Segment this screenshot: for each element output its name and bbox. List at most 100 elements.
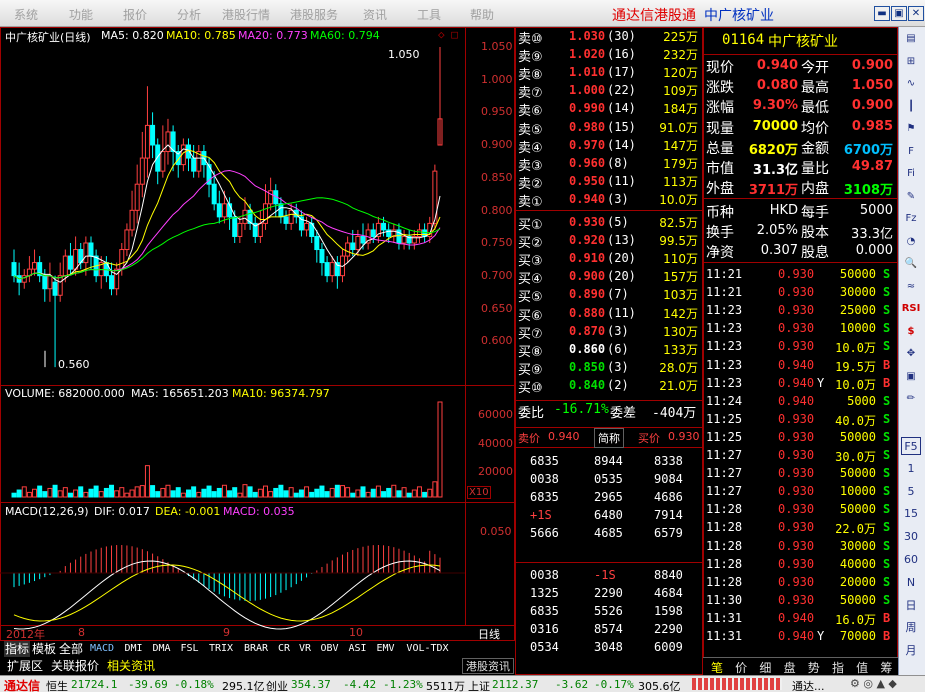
broker-code[interactable]: 0038: [530, 472, 559, 486]
broker-code[interactable]: 2290: [654, 622, 683, 636]
arrows-icon[interactable]: ✥: [901, 345, 921, 363]
chart-icon[interactable]: ⊞: [901, 53, 921, 71]
indicator-tab-macd[interactable]: MACD: [85, 641, 119, 657]
dollar-icon[interactable]: $: [901, 323, 921, 341]
ext-tab-2[interactable]: 相关资讯: [104, 658, 158, 674]
broker-code[interactable]: 3048: [594, 640, 623, 654]
broker-code[interactable]: 6835: [530, 604, 559, 618]
broker-code[interactable]: 0535: [594, 472, 623, 486]
period-button-6[interactable]: N: [901, 574, 921, 592]
broker-code[interactable]: 8944: [594, 454, 623, 468]
ext-tab-0[interactable]: 扩展区: [4, 658, 46, 674]
flag-icon[interactable]: ⚑: [901, 120, 921, 138]
f10-icon[interactable]: F: [901, 143, 921, 161]
indicator-tab-asi[interactable]: ASI: [344, 641, 371, 657]
broker-code[interactable]: 4685: [594, 526, 623, 540]
menu-item-6[interactable]: 资讯: [363, 6, 387, 23]
indicator-tab-指标[interactable]: 指标: [4, 641, 30, 657]
indicator-tab-模板[interactable]: 模板: [31, 641, 57, 657]
indicator-tab-vr[interactable]: VR: [295, 641, 315, 657]
candle-icon[interactable]: ┃: [901, 98, 921, 116]
broker-code[interactable]: 4686: [654, 490, 683, 504]
broker-code[interactable]: 6835: [530, 454, 559, 468]
brokers-label[interactable]: 简称: [594, 428, 624, 448]
menu-item-7[interactable]: 工具: [417, 6, 441, 23]
detail-tab-6[interactable]: 值: [851, 659, 873, 676]
indicator-tab-cr[interactable]: CR: [274, 641, 294, 657]
period-button-0[interactable]: F5: [901, 437, 921, 455]
period-button-8[interactable]: 周: [901, 619, 921, 637]
detail-tab-3[interactable]: 盘: [779, 659, 801, 676]
fio-icon[interactable]: Fi: [901, 165, 921, 183]
menu-item-3[interactable]: 分析: [177, 6, 201, 23]
broker-code[interactable]: +1S: [530, 508, 552, 522]
period-button-4[interactable]: 30: [901, 528, 921, 546]
broker-code[interactable]: 1598: [654, 604, 683, 618]
indicator-tab-obv[interactable]: OBV: [316, 641, 343, 657]
period-button-1[interactable]: 1: [901, 460, 921, 478]
broker-code[interactable]: 5526: [594, 604, 623, 618]
minimize-button[interactable]: ▬: [874, 6, 890, 21]
indicator-tab-trix[interactable]: TRIX: [204, 641, 238, 657]
indicator-tab-emv[interactable]: EMV: [372, 641, 399, 657]
ext-tab-1[interactable]: 关联报价: [48, 658, 102, 674]
menu-item-1[interactable]: 功能: [69, 6, 93, 23]
detail-tab-4[interactable]: 势: [803, 659, 825, 676]
search-icon[interactable]: 🔍: [901, 255, 921, 273]
period-button-9[interactable]: 月: [901, 642, 921, 660]
broker-code[interactable]: 8338: [654, 454, 683, 468]
period-button-2[interactable]: 5: [901, 483, 921, 501]
detail-tab-1[interactable]: 价: [730, 659, 752, 676]
indicator-tab-dma[interactable]: DMA: [148, 641, 175, 657]
indicator-tab-brar[interactable]: BRAR: [239, 641, 273, 657]
broker-code[interactable]: 6835: [530, 490, 559, 504]
indicator-tab-fsl[interactable]: FSL: [176, 641, 203, 657]
period-button-3[interactable]: 15: [901, 505, 921, 523]
detail-tab-0[interactable]: 笔: [706, 659, 728, 676]
period-button-5[interactable]: 60: [901, 551, 921, 569]
doc-icon[interactable]: ▤: [901, 30, 921, 48]
maximize-button[interactable]: ▣: [891, 6, 907, 21]
broker-code[interactable]: 9084: [654, 472, 683, 486]
period-label[interactable]: 日线: [478, 626, 500, 642]
broker-code[interactable]: 8840: [654, 568, 683, 582]
broker-code[interactable]: 0038: [530, 568, 559, 582]
broker-code[interactable]: 2965: [594, 490, 623, 504]
detail-tab-7[interactable]: 筹: [875, 659, 897, 676]
indicator-tab-全部[interactable]: 全部: [58, 641, 84, 657]
detail-tab-5[interactable]: 指: [827, 659, 849, 676]
pencil-icon[interactable]: ✏: [901, 390, 921, 408]
broker-code[interactable]: 4684: [654, 586, 683, 600]
menu-item-5[interactable]: 港股服务: [290, 6, 338, 23]
broker-code[interactable]: -1S: [594, 568, 616, 582]
broker-code[interactable]: 0316: [530, 622, 559, 636]
indicator-tab-dmi[interactable]: DMI: [120, 641, 147, 657]
detail-tab-2[interactable]: 细: [754, 659, 776, 676]
broker-code[interactable]: 2290: [594, 586, 623, 600]
rsi-icon[interactable]: RSI: [901, 300, 921, 318]
box-icon[interactable]: ▣: [901, 368, 921, 386]
status-right[interactable]: 通达...: [792, 678, 825, 692]
close-button[interactable]: ✕: [908, 6, 924, 21]
broker-code[interactable]: 6480: [594, 508, 623, 522]
broker-code[interactable]: 0534: [530, 640, 559, 654]
broker-code[interactable]: 7914: [654, 508, 683, 522]
hk-info-tab[interactable]: 港股资讯: [462, 658, 514, 674]
broker-code[interactable]: 1325: [530, 586, 559, 600]
menu-item-4[interactable]: 港股行情: [222, 6, 270, 23]
menu-item-2[interactable]: 报价: [123, 6, 147, 23]
indicator-tab-vol-tdx[interactable]: VOL-TDX: [400, 641, 455, 657]
menu-item-8[interactable]: 帮助: [470, 6, 494, 23]
pie-icon[interactable]: ◔: [901, 233, 921, 251]
line-icon[interactable]: ∿: [901, 75, 921, 93]
broker-code[interactable]: 6009: [654, 640, 683, 654]
broker-code[interactable]: 5666: [530, 526, 559, 540]
menu-item-0[interactable]: 系统: [14, 6, 38, 23]
note-icon[interactable]: ✎: [901, 188, 921, 206]
wave-icon[interactable]: ≈: [901, 278, 921, 296]
broker-code[interactable]: 6579: [654, 526, 683, 540]
fiz-icon[interactable]: Fz: [901, 210, 921, 228]
broker-code[interactable]: 8574: [594, 622, 623, 636]
period-button-7[interactable]: 日: [901, 597, 921, 615]
tray-icons[interactable]: ⚙ ◎ ▲ ◆: [850, 677, 897, 690]
